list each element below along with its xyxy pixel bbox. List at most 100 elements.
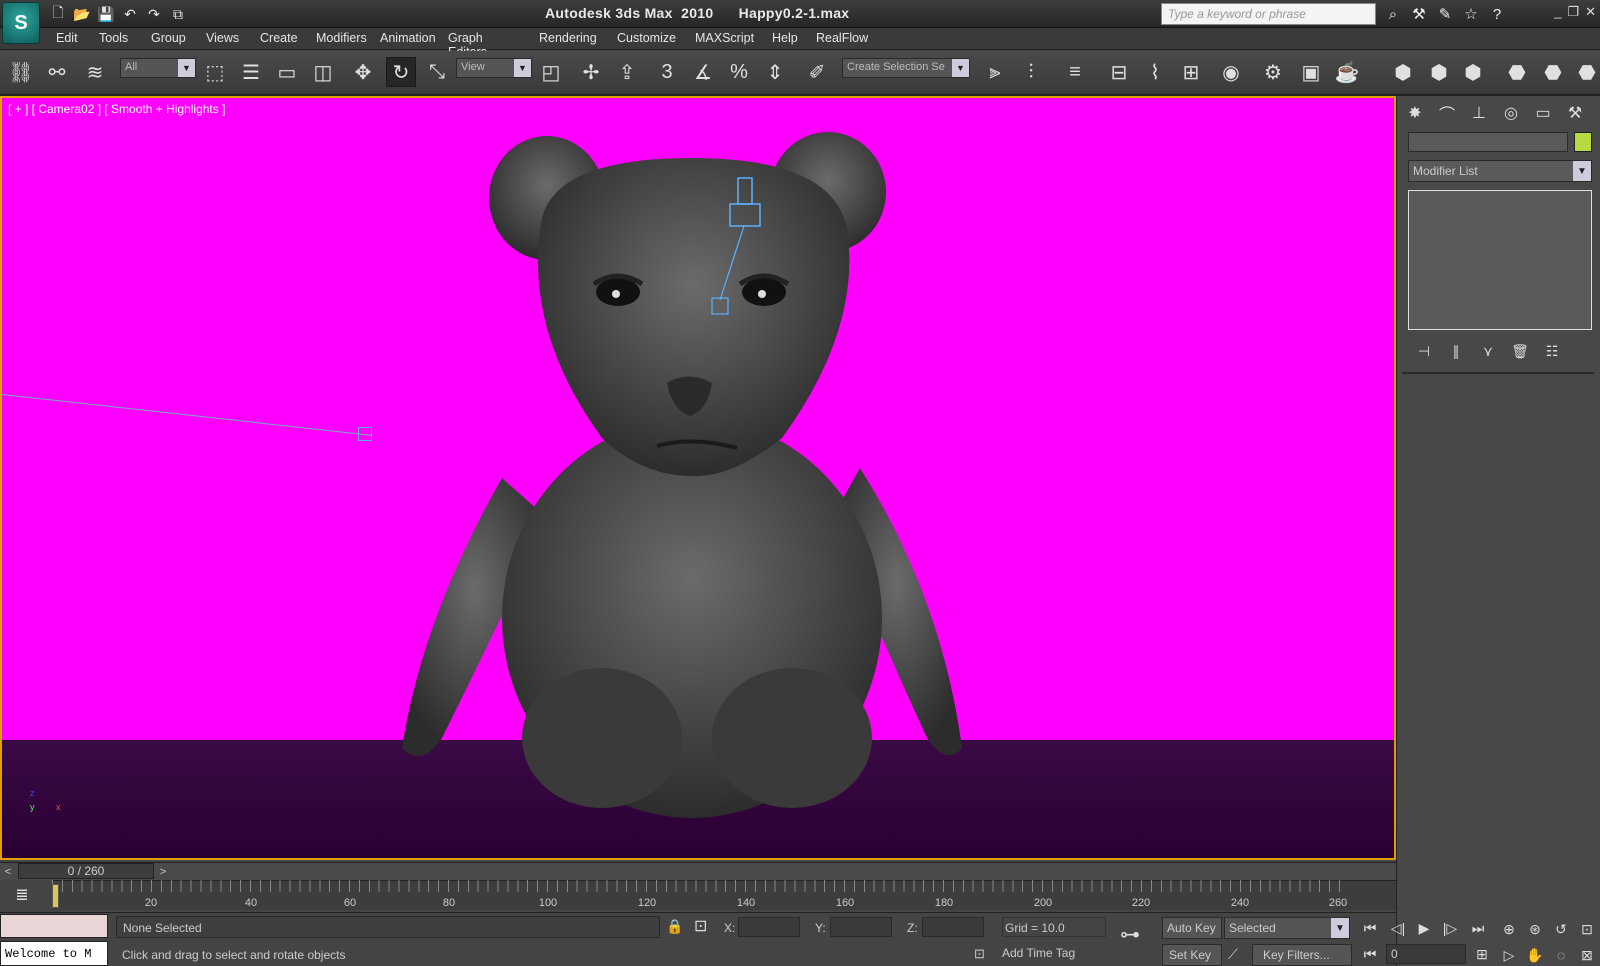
pin-stack-icon[interactable]: ⊣ xyxy=(1412,340,1436,362)
remove-modifier-icon[interactable]: 🗑 xyxy=(1508,340,1532,362)
render-setup-icon[interactable]: ⚙ xyxy=(1258,57,1288,87)
realflow-sd-icon[interactable]: ⬢ xyxy=(1424,57,1454,87)
key-mode-toggle-icon[interactable]: ⏮ xyxy=(1358,944,1382,964)
percent-snap-icon[interactable]: % xyxy=(724,57,754,87)
save-icon[interactable]: 💾 xyxy=(96,4,116,24)
make-unique-icon[interactable]: ⋎ xyxy=(1476,340,1500,362)
close-icon[interactable]: ✕ xyxy=(1585,4,1596,20)
edit-named-selection-icon[interactable]: ✐ xyxy=(802,57,832,87)
set-key-button[interactable]: Set Key xyxy=(1162,944,1222,966)
time-slider[interactable] xyxy=(0,862,1396,880)
realflow-settings-icon[interactable]: ⬣ xyxy=(1572,57,1600,87)
menu-rendering[interactable]: Rendering xyxy=(539,31,597,45)
teddy-bear-render[interactable] xyxy=(2,98,1396,860)
maximize-viewport-icon[interactable]: ⊡ xyxy=(1576,918,1598,940)
set-keys-key-icon[interactable]: ⊶ xyxy=(1120,922,1140,947)
next-frame-arrow-icon[interactable]: > xyxy=(156,864,170,880)
menu-realflow[interactable]: RealFlow xyxy=(816,31,868,45)
prev-frame-arrow-icon[interactable]: < xyxy=(1,864,15,880)
minimize-icon[interactable]: _ xyxy=(1554,4,1561,20)
maxscript-output[interactable]: Welcome to M xyxy=(0,941,108,966)
absolute-mode-transform-icon[interactable]: ⊡ xyxy=(694,916,707,936)
maxscript-listener-input[interactable] xyxy=(0,914,108,938)
restore-icon[interactable]: ❐ xyxy=(1567,4,1579,20)
favorites-star-icon[interactable]: ☆ xyxy=(1460,3,1482,25)
show-end-result-icon[interactable]: ∥ xyxy=(1444,340,1468,362)
new-file-icon[interactable]: 🗋 xyxy=(48,4,68,24)
display-tab-icon[interactable]: ▭ xyxy=(1530,100,1556,126)
spinner-snap-icon[interactable]: ⇕ xyxy=(760,57,790,87)
redo-icon[interactable]: ↷ xyxy=(144,4,164,24)
orbit-camera-icon[interactable]: ◌ xyxy=(1550,944,1572,966)
pivot-center-icon[interactable]: ◰ xyxy=(536,57,566,87)
current-frame-field[interactable]: 0 xyxy=(1386,944,1466,964)
modifier-stack[interactable] xyxy=(1408,190,1592,330)
open-mini-curve-editor-icon[interactable]: ≣ xyxy=(8,884,36,906)
time-tag-icon[interactable]: ⊡ xyxy=(974,946,985,962)
selection-filter-dropdown[interactable]: All ▼ xyxy=(120,58,196,78)
selection-lock-icon[interactable]: 🔒 xyxy=(666,918,683,935)
go-to-end-icon[interactable]: ⏭ xyxy=(1466,918,1490,938)
field-of-view-icon[interactable]: ▷ xyxy=(1498,944,1520,966)
key-filters-button[interactable]: Key Filters... xyxy=(1252,944,1352,966)
x-coordinate-field[interactable] xyxy=(738,917,800,937)
configure-modifier-sets-icon[interactable]: ☷ xyxy=(1540,340,1564,362)
z-coordinate-field[interactable] xyxy=(922,917,984,937)
graphite-tools-icon[interactable]: ⊟ xyxy=(1104,57,1134,87)
subscription-icon[interactable]: ⚒ xyxy=(1408,3,1430,25)
modify-tab-icon[interactable]: ⌒ xyxy=(1434,100,1460,126)
select-object-icon[interactable]: ⬚ xyxy=(200,57,230,87)
mirror-icon[interactable]: ⫸ xyxy=(980,57,1010,87)
y-coordinate-field[interactable] xyxy=(830,917,892,937)
help-icon[interactable]: ? xyxy=(1486,3,1508,25)
zoom-icon[interactable]: ⊕ xyxy=(1498,918,1520,940)
open-file-icon[interactable]: 📂 xyxy=(72,4,92,24)
render-production-icon[interactable]: ☕ xyxy=(1332,57,1362,87)
app-logo-icon[interactable]: S xyxy=(2,2,40,44)
hierarchy-tab-icon[interactable]: ⊥ xyxy=(1466,100,1492,126)
layer-manager-icon[interactable]: ≡ xyxy=(1060,57,1090,87)
select-by-name-icon[interactable]: ☰ xyxy=(236,57,266,87)
realflow-bin-icon[interactable]: ⬣ xyxy=(1502,57,1532,87)
time-configuration-icon[interactable]: ⊞ xyxy=(1470,944,1494,964)
named-selection-dropdown[interactable]: Create Selection Se ▼ xyxy=(842,58,970,78)
realflow-bin2-icon[interactable]: ⬣ xyxy=(1538,57,1568,87)
menu-animation[interactable]: Animation xyxy=(380,31,436,45)
undo-icon[interactable]: ↶ xyxy=(120,4,140,24)
menu-customize[interactable]: Customize xyxy=(617,31,676,45)
schematic-view-icon[interactable]: ⊞ xyxy=(1176,57,1206,87)
binoculars-icon[interactable]: ⌕ xyxy=(1382,3,1404,25)
communication-icon[interactable]: ✎ xyxy=(1434,3,1456,25)
keyboard-shortcut-override-icon[interactable]: ⇪ xyxy=(612,57,642,87)
realflow-mesh-icon[interactable]: ⬢ xyxy=(1458,57,1488,87)
camera-viewport[interactable]: [ + ] [ Camera02 ] [ Smooth + Highlights… xyxy=(0,96,1396,860)
default-in-out-tangents-icon[interactable]: ⟋ xyxy=(1228,946,1238,963)
current-frame-indicator[interactable] xyxy=(52,884,59,908)
select-and-move-icon[interactable]: ✥ xyxy=(348,57,378,87)
search-input[interactable]: Type a keyword or phrase xyxy=(1161,3,1376,25)
pan-hand-icon[interactable]: ✋ xyxy=(1524,944,1546,966)
reference-coordinate-dropdown[interactable]: View ▼ xyxy=(456,58,532,78)
material-editor-icon[interactable]: ◉ xyxy=(1216,57,1246,87)
utilities-tab-icon[interactable]: ⚒ xyxy=(1562,100,1588,126)
menu-views[interactable]: Views xyxy=(206,31,239,45)
time-slider-thumb[interactable]: 0 / 260 xyxy=(18,863,154,879)
key-mode-dropdown[interactable]: Selected ▼ xyxy=(1224,917,1350,939)
select-and-link-icon[interactable]: ⛓ xyxy=(6,57,36,87)
motion-tab-icon[interactable]: ◎ xyxy=(1498,100,1524,126)
menu-create[interactable]: Create xyxy=(260,31,298,45)
object-color-swatch[interactable] xyxy=(1574,132,1592,152)
previous-frame-icon[interactable]: ◁| xyxy=(1386,918,1410,938)
menu-edit[interactable]: Edit xyxy=(56,31,78,45)
menu-help[interactable]: Help xyxy=(772,31,798,45)
create-tab-icon[interactable]: ✸ xyxy=(1402,100,1428,126)
snaps-toggle-icon[interactable]: 3 xyxy=(652,57,682,87)
object-name-field[interactable] xyxy=(1408,132,1568,152)
unlink-icon[interactable]: ⚯ xyxy=(42,57,72,87)
select-and-scale-icon[interactable]: ⤡ xyxy=(422,57,452,87)
orbit-icon[interactable]: ↺ xyxy=(1550,918,1572,940)
auto-key-button[interactable]: Auto Key xyxy=(1162,917,1222,939)
add-time-tag[interactable]: Add Time Tag xyxy=(1002,946,1075,960)
curve-editor-icon[interactable]: ⌇ xyxy=(1140,57,1170,87)
angle-snap-icon[interactable]: ∡ xyxy=(688,57,718,87)
